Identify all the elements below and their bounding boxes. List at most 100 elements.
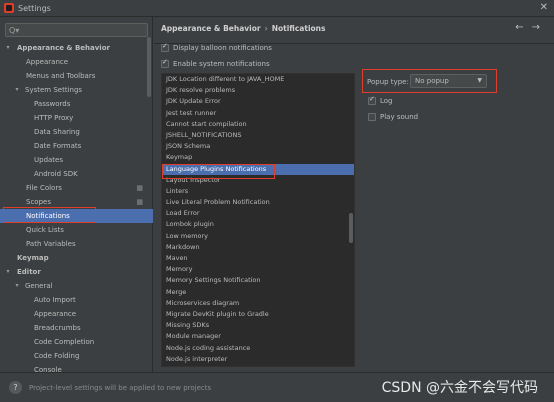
sidebar-item[interactable]: ▾ System Settings [0,83,153,97]
sidebar-item[interactable]: Auto Import [0,293,153,307]
sidebar-item-label: Breadcrumbs [34,324,81,332]
sidebar-item[interactable]: Breadcrumbs [0,321,153,335]
log-checkbox[interactable] [368,95,376,105]
sidebar-item-label: System Settings [25,86,83,94]
sidebar-item[interactable]: Code Folding [0,349,153,363]
sidebar-scrollbar[interactable] [147,37,151,97]
notification-group-item[interactable]: Maven [162,253,354,264]
sidebar-item[interactable]: Menus and Toolbars [0,69,153,83]
back-arrow-icon[interactable]: ← [515,22,523,33]
sidebar-item-label: General [25,282,53,290]
notification-group-item[interactable]: JSHELL_NOTIFICATIONS [162,130,354,141]
notification-group-item[interactable]: Migrate DevKit plugin to Gradle [162,309,354,320]
forward-arrow-icon[interactable]: → [532,22,540,33]
window-title: Settings [18,3,51,13]
sidebar-item[interactable]: Notifications [0,209,153,223]
notification-group-item[interactable]: Node.js coding assistance [162,343,354,354]
notification-group-item[interactable]: Merge [162,287,354,298]
notification-group-item[interactable]: Low memory [162,231,354,242]
sidebar-item-label: Path Variables [26,240,76,248]
sidebar-item-label: Updates [34,156,63,164]
notification-group-item[interactable]: Load Error [162,208,354,219]
expand-arrow-icon[interactable]: ▾ [13,83,21,97]
title-bar: Settings ✕ [0,0,554,17]
sidebar-item[interactable]: Appearance [0,307,153,321]
sidebar-item-label: Passwords [34,100,71,108]
sidebar-item-label: Menus and Toolbars [26,72,96,80]
sidebar-item[interactable]: ▾ Editor [0,265,153,279]
enable-system-label: Enable system notifications [173,60,270,68]
log-label: Log [380,97,393,105]
display-balloon-option[interactable]: Display balloon notifications [161,42,272,52]
notification-group-item[interactable]: Memory Settings Notification [162,275,354,286]
popup-type-select[interactable]: No popup ▼ [410,74,487,88]
notification-group-item[interactable]: Missing SDKs [162,320,354,331]
watermark: CSDN @六金不会写代码 [381,380,538,396]
search-icon: Q▾ [9,25,20,35]
notification-group-item[interactable]: Live Literal Problem Notification [162,197,354,208]
search-input[interactable]: Q▾ [5,23,148,37]
app-icon [4,3,14,13]
notification-group-item[interactable]: Language Plugins Notifications [162,163,354,175]
sidebar-item[interactable]: Appearance [0,55,153,69]
expand-arrow-icon[interactable]: ▾ [13,279,21,293]
log-option[interactable]: Log [368,95,393,105]
sidebar-item[interactable]: Scopes ▦ [0,195,153,209]
help-icon[interactable]: ? [9,381,22,394]
play-sound-checkbox[interactable] [368,113,376,121]
notification-group-item[interactable]: Module manager [162,331,354,342]
enable-system-checkbox[interactable] [161,58,169,68]
sidebar-item-label: Code Completion [34,338,95,346]
sidebar-item-label: Code Folding [34,352,80,360]
popup-type-value: No popup [415,77,449,85]
close-icon[interactable]: ✕ [540,2,548,13]
notification-group-list[interactable]: JDK Location different to JAVA_HOME JDK r… [161,73,355,367]
sidebar-item-label: Keymap [17,254,49,262]
list-scrollbar[interactable] [349,213,353,243]
sidebar-item[interactable]: Passwords [0,97,153,111]
sidebar-item-label: Scopes [26,198,51,206]
play-sound-label: Play sound [380,113,419,121]
sidebar-item[interactable]: HTTP Proxy [0,111,153,125]
sidebar-item-label: Data Sharing [34,128,80,136]
sidebar-item[interactable]: Quick Lists [0,223,153,237]
sidebar-item-label: Notifications [26,212,70,220]
sidebar-item[interactable]: Data Sharing [0,125,153,139]
sidebar-item-label: HTTP Proxy [34,114,74,122]
notification-group-item[interactable]: JDK resolve problems [162,85,354,96]
notification-group-item[interactable]: JDK Update Error [162,96,354,107]
notification-group-item[interactable]: Layout Inspector [162,175,354,186]
notification-group-item[interactable]: JDK Location different to JAVA_HOME [162,74,354,85]
sidebar-item[interactable]: Path Variables [0,237,153,251]
notification-group-item[interactable]: Memory [162,264,354,275]
sidebar-item[interactable]: File Colors ▦ [0,181,153,195]
display-balloon-checkbox[interactable] [161,42,169,52]
popup-type-label: Popup type: [367,78,409,86]
expand-arrow-icon[interactable]: ▾ [4,41,12,55]
notification-group-item[interactable]: Keymap [162,152,354,163]
sidebar-item[interactable]: Date Formats [0,139,153,153]
sidebar-item[interactable]: ▾ General [0,279,153,293]
notification-group-item[interactable]: Linters [162,186,354,197]
notification-group-item[interactable]: Lombok plugin [162,219,354,230]
enable-system-option[interactable]: Enable system notifications [161,58,270,68]
sidebar-item[interactable]: Code Completion [0,335,153,349]
sidebar-item[interactable]: Keymap [0,251,153,265]
sidebar-item[interactable]: Updates [0,153,153,167]
sidebar-item-label: Date Formats [34,142,82,150]
notification-group-item[interactable]: JSON Schema [162,141,354,152]
notification-group-item[interactable]: Jest test runner [162,108,354,119]
notification-group-item[interactable]: Microservices diagram [162,298,354,309]
sidebar-item[interactable]: ▾ Appearance & Behavior [0,41,153,55]
breadcrumb-parent[interactable]: Appearance & Behavior [161,24,261,33]
expand-arrow-icon[interactable]: ▾ [4,265,12,279]
main-panel: Appearance & Behavior › Notifications ← → … [154,17,554,372]
play-sound-option[interactable]: Play sound [368,113,418,121]
sidebar-item-label: Appearance [34,310,77,318]
notification-group-item[interactable]: Node.js interpreter [162,354,354,365]
project-scope-icon: ▦ [136,198,143,206]
notification-group-item[interactable]: Cannot start compilation [162,119,354,130]
sidebar-item[interactable]: Android SDK [0,167,153,181]
project-scope-icon: ▦ [136,184,143,192]
notification-group-item[interactable]: Markdown [162,242,354,253]
